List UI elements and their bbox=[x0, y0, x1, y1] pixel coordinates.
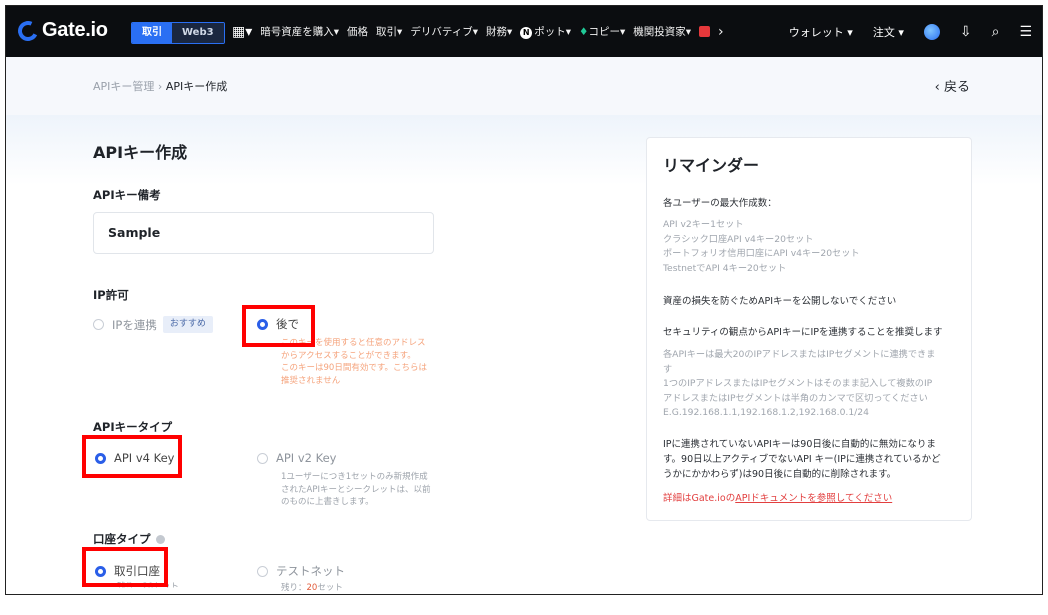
recommended-tag: おすすめ bbox=[162, 316, 213, 333]
menu-institutional[interactable]: 機関投資家▾ bbox=[633, 24, 691, 39]
key-v2-radio[interactable] bbox=[257, 452, 268, 464]
main-menu: ▦▾ 暗号資産を購入▾ 価格 取引▾ デリバティブ▾ 財務▾ N ポット▾ ♦コピ… bbox=[232, 6, 724, 57]
menu-bots[interactable]: N ポット▾ bbox=[520, 24, 571, 39]
memo-label: APIキー備考 bbox=[93, 188, 161, 202]
key-type-v2[interactable]: API v2 Key bbox=[257, 451, 336, 465]
breadcrumb-separator: › bbox=[157, 80, 163, 93]
ip-permission-label: IP許可 bbox=[93, 288, 129, 302]
main-content: APIキー作成 APIキー備考 Sample IP許可 IPを連携 おすすめ 後… bbox=[6, 115, 1042, 594]
reminder-max-heading: 各ユーザーの最大作成数： bbox=[663, 198, 777, 209]
reminder-expiry: IPに連携されていないAPIキーは90日後に自動的に無効になりま す。90日以上ア… bbox=[663, 439, 941, 480]
menu-trade[interactable]: 取引▾ bbox=[376, 24, 402, 39]
search-icon[interactable]: ⌕ bbox=[992, 24, 1000, 40]
nav-right: ウォレット ▾ 注文 ▾ ⇩ ⌕ ☰ bbox=[789, 6, 1032, 57]
avatar-globe-icon[interactable] bbox=[923, 23, 940, 40]
breadcrumb-current: APIキー作成 bbox=[165, 80, 228, 93]
highlight-box-ip-later bbox=[242, 305, 315, 347]
menu-finance[interactable]: 財務▾ bbox=[486, 24, 512, 39]
breadcrumb-bar: APIキー管理 › APIキー作成 ‹ 戻る bbox=[6, 57, 1042, 115]
reminder-ip-details: 各APIキーは最大20のIPアドレスまたはIPセグメントに連携できます 1つのIP… bbox=[663, 349, 936, 418]
brand-logo[interactable]: Gate.io bbox=[15, 17, 108, 44]
testnet-remaining: 残り：20セット bbox=[281, 583, 343, 593]
apps-grid-icon[interactable]: ▦▾ bbox=[232, 24, 252, 40]
info-icon[interactable] bbox=[155, 535, 165, 544]
app-window: Gate.io 取引 Web3 ▦▾ 暗号資産を購入▾ 価格 取引▾ デリバティ… bbox=[5, 5, 1043, 595]
mode-trade-tab[interactable]: 取引 bbox=[132, 23, 172, 43]
account-type-label: 口座タイプ bbox=[93, 531, 165, 547]
back-link[interactable]: ‹ 戻る bbox=[935, 76, 970, 95]
breadcrumb-parent-link[interactable]: APIキー管理 bbox=[93, 80, 154, 93]
wallet-menu[interactable]: ウォレット ▾ bbox=[789, 24, 853, 40]
key-v2-note: 1ユーザーにつき1セットのみ新規作成 されたAPIキーとシークレットは、以前 のもの… bbox=[281, 472, 431, 507]
menu-derivatives[interactable]: デリバティブ▾ bbox=[410, 24, 478, 39]
reminder-card: リマインダー 各ユーザーの最大作成数： API v2キー1セット クラシック口座A… bbox=[646, 137, 972, 521]
brand-name: Gate.io bbox=[42, 19, 108, 41]
mode-switch: 取引 Web3 bbox=[131, 22, 225, 44]
api-doc-link[interactable]: APIドキュメントを参照してください bbox=[735, 493, 892, 504]
memo-input[interactable]: Sample bbox=[93, 212, 434, 254]
reminder-title: リマインダー bbox=[663, 156, 760, 175]
account-testnet[interactable]: テストネット bbox=[257, 563, 345, 579]
reminder-warning-public: 資産の損失を防ぐためAPIキーを公開しないでください bbox=[663, 296, 897, 307]
menu-more-chevron[interactable]: › bbox=[718, 24, 724, 40]
highlight-box-v4 bbox=[82, 435, 182, 478]
reminder-doc-line: 詳細はGate.ioのAPIドキュメントを参照してください bbox=[663, 493, 893, 504]
gate-logo-icon bbox=[15, 17, 41, 44]
orders-menu[interactable]: 注文 ▾ bbox=[873, 24, 904, 40]
chart-badge-icon[interactable] bbox=[699, 26, 711, 37]
ip-option-bind[interactable]: IPを連携 おすすめ bbox=[93, 316, 213, 333]
download-icon[interactable]: ⇩ bbox=[960, 24, 972, 40]
ip-bind-radio[interactable] bbox=[93, 319, 104, 330]
bot-n-icon: N bbox=[520, 27, 533, 39]
hamburger-menu-icon[interactable]: ☰ bbox=[1019, 24, 1032, 40]
account-testnet-radio[interactable] bbox=[257, 565, 268, 577]
highlight-box-trade-account bbox=[82, 547, 168, 587]
menu-prices[interactable]: 価格 bbox=[347, 24, 368, 39]
menu-copy[interactable]: ♦コピー▾ bbox=[579, 24, 625, 39]
key-type-label: APIキータイプ bbox=[93, 420, 173, 434]
page-title: APIキー作成 bbox=[93, 143, 188, 162]
menu-buy-crypto[interactable]: 暗号資産を購入▾ bbox=[260, 24, 339, 39]
mode-web3-tab[interactable]: Web3 bbox=[172, 23, 224, 43]
top-navbar: Gate.io 取引 Web3 ▦▾ 暗号資産を購入▾ 価格 取引▾ デリバティ… bbox=[6, 6, 1042, 57]
reminder-max-list: API v2キー1セット クラシック口座API v4キー20セット ポートフォリオ信… bbox=[663, 219, 860, 274]
reminder-warning-ip: セキュリティの観点からAPIキーにIPを連携することを推奨します bbox=[663, 327, 943, 338]
breadcrumb: APIキー管理 › APIキー作成 bbox=[93, 78, 227, 94]
